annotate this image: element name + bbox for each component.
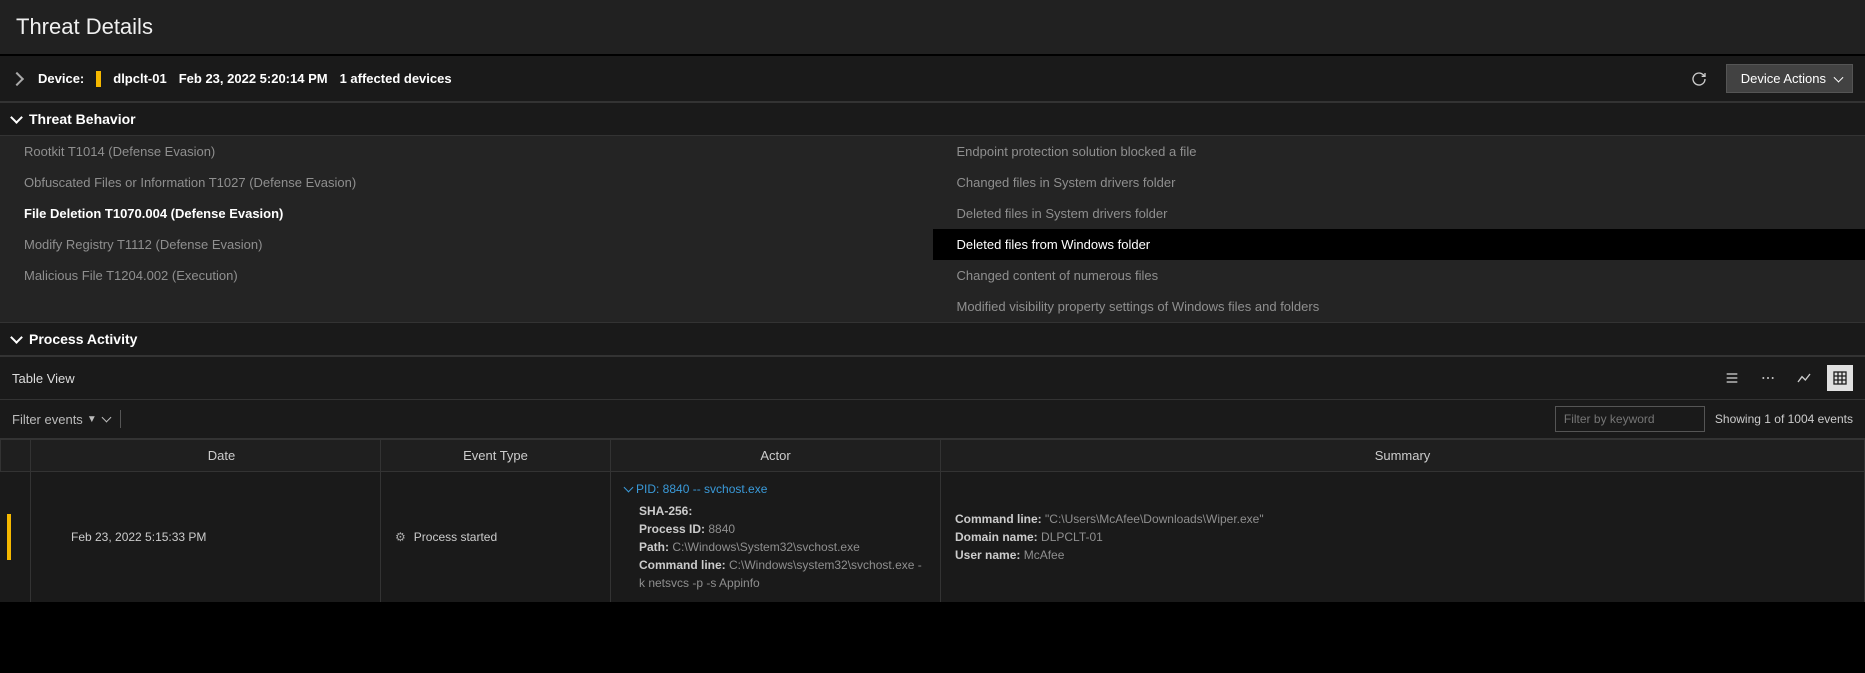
table-header-row: Date Event Type Actor Summary (1, 440, 1865, 472)
actor-header-text: PID: 8840 -- svchost.exe (636, 482, 767, 496)
behavior-technique-item[interactable]: Modify Registry T1112 (Defense Evasion) (0, 229, 933, 260)
severity-cell (1, 472, 31, 603)
device-timestamp: Feb 23, 2022 5:20:14 PM (179, 71, 328, 86)
device-name: dlpclt-01 (113, 71, 166, 86)
chevron-down-icon (10, 111, 23, 124)
actor-cell: PID: 8840 -- svchost.exe SHA-256: Proces… (611, 472, 941, 603)
device-actions-button[interactable]: Device Actions (1726, 64, 1853, 93)
graph-view-button[interactable] (1791, 365, 1817, 391)
grid-icon (1832, 370, 1848, 386)
keyword-filter-input[interactable] (1555, 406, 1705, 432)
date-column-header[interactable]: Date (31, 440, 381, 472)
event-type-column-header[interactable]: Event Type (381, 440, 611, 472)
refresh-icon (1691, 71, 1707, 87)
list-icon (1724, 370, 1740, 386)
behavior-technique-item[interactable]: Obfuscated Files or Information T1027 (D… (0, 167, 933, 198)
filter-events-label: Filter events (12, 412, 83, 427)
behavior-detail-item[interactable]: Modified visibility property settings of… (933, 291, 1865, 322)
event-type-text: Process started (414, 530, 497, 544)
table-view-label: Table View (12, 371, 1719, 386)
severity-marker (7, 514, 11, 560)
severity-column-header (1, 440, 31, 472)
actor-expand-button[interactable]: PID: 8840 -- svchost.exe (625, 482, 926, 496)
date-cell: Feb 23, 2022 5:15:33 PM (31, 472, 381, 603)
event-type-cell: ⚙ Process started (381, 472, 611, 603)
chevron-down-icon (101, 413, 111, 423)
divider (120, 410, 121, 428)
events-table: Date Event Type Actor Summary Feb 23, 20… (0, 439, 1865, 602)
list-view-button[interactable] (1719, 365, 1745, 391)
behavior-technique-item[interactable]: Rootkit T1014 (Defense Evasion) (0, 136, 933, 167)
table-row[interactable]: Feb 23, 2022 5:15:33 PM ⚙ Process started… (1, 472, 1865, 603)
behavior-technique-list: Rootkit T1014 (Defense Evasion)Obfuscate… (0, 136, 933, 322)
behavior-detail-item[interactable]: Deleted files from Windows folder (933, 229, 1865, 260)
severity-indicator (96, 71, 101, 87)
expand-device-icon[interactable] (10, 71, 24, 85)
summary-column-header[interactable]: Summary (941, 440, 1865, 472)
device-label: Device: (38, 71, 84, 86)
behavior-detail-list: Endpoint protection solution blocked a f… (933, 136, 1865, 322)
behavior-detail-item[interactable]: Deleted files in System drivers folder (933, 198, 1865, 229)
graph-icon (1796, 370, 1812, 386)
refresh-button[interactable] (1686, 66, 1712, 92)
dots-icon (1760, 370, 1776, 386)
actor-column-header[interactable]: Actor (611, 440, 941, 472)
filter-bar: Filter events ▼ Showing 1 of 1004 events (0, 400, 1865, 439)
threat-behavior-title: Threat Behavior (29, 111, 136, 127)
process-activity-title: Process Activity (29, 331, 137, 347)
affected-devices: 1 affected devices (340, 71, 452, 86)
summary-details: Command line: "C:\Users\McAfee\Downloads… (955, 510, 1850, 564)
device-subheader: Device: dlpclt-01 Feb 23, 2022 5:20:14 P… (0, 56, 1865, 102)
showing-count: Showing 1 of 1004 events (1715, 412, 1853, 426)
chevron-down-icon (624, 483, 634, 493)
threat-behavior-body: Rootkit T1014 (Defense Evasion)Obfuscate… (0, 136, 1865, 322)
behavior-detail-item[interactable]: Changed files in System drivers folder (933, 167, 1865, 198)
table-view-bar: Table View (0, 356, 1865, 400)
behavior-detail-item[interactable]: Changed content of numerous files (933, 260, 1865, 291)
behavior-detail-item[interactable]: Endpoint protection solution blocked a f… (933, 136, 1865, 167)
behavior-technique-item[interactable]: Malicious File T1204.002 (Execution) (0, 260, 933, 291)
grid-view-button[interactable] (1827, 365, 1853, 391)
process-activity-header[interactable]: Process Activity (0, 322, 1865, 356)
funnel-icon: ▼ (87, 414, 97, 425)
chevron-down-icon (10, 331, 23, 344)
actor-details: SHA-256: Process ID: 8840 Path: C:\Windo… (625, 502, 926, 592)
threat-behavior-header[interactable]: Threat Behavior (0, 102, 1865, 136)
more-options-button[interactable] (1755, 365, 1781, 391)
page-title: Threat Details (0, 0, 1865, 56)
filter-events-button[interactable]: Filter events ▼ (12, 412, 110, 427)
gear-icon: ⚙ (395, 530, 406, 544)
behavior-technique-item[interactable]: File Deletion T1070.004 (Defense Evasion… (0, 198, 933, 229)
summary-cell: Command line: "C:\Users\McAfee\Downloads… (941, 472, 1865, 603)
